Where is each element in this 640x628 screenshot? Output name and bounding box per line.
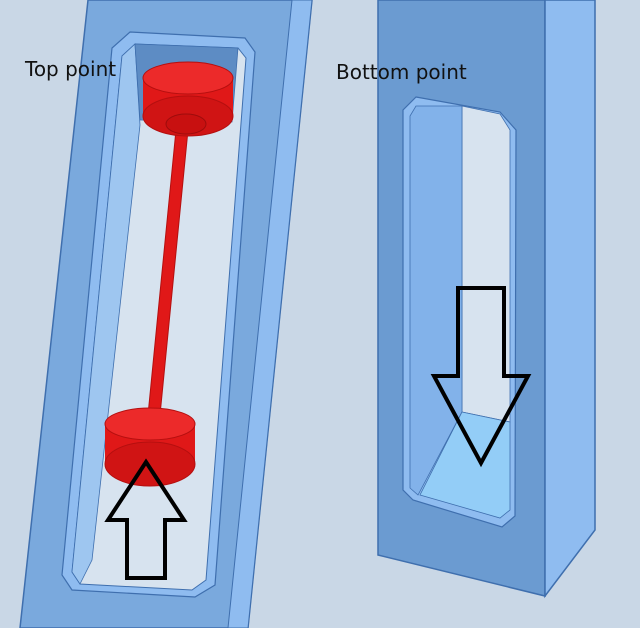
right-frame	[377, 0, 596, 599]
bottom-point-label: Bottom point	[336, 60, 467, 84]
diagram-stage: Top point Bottom point	[0, 0, 640, 628]
right-frame-side	[544, 0, 596, 599]
piston-top-disc	[142, 61, 234, 137]
top-point-label: Top point	[25, 57, 117, 81]
diagram-canvas	[19, 0, 596, 628]
